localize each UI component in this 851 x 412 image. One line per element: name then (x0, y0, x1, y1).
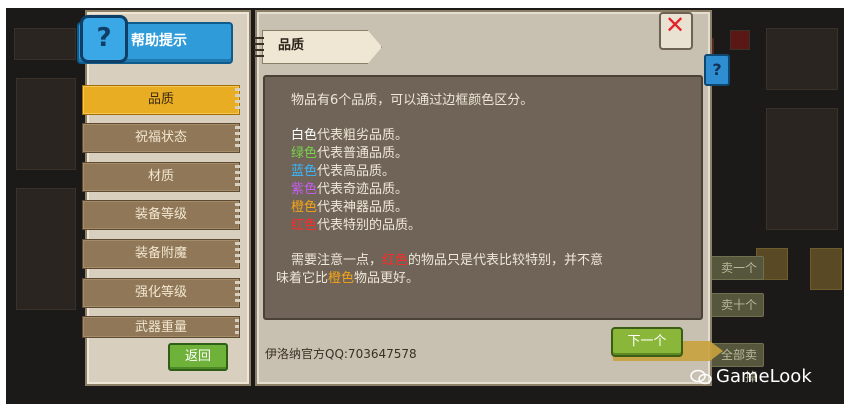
bg-sell-one-button: 卖一个 (706, 256, 764, 280)
tab-enchantment[interactable]: 装备附魔 (82, 239, 241, 269)
quality-line-blue: 蓝色代表高品质。 (291, 163, 395, 181)
intro-text: 物品有6个品质，可以通过边框颜色区分。 (291, 93, 534, 108)
quality-desc: 代表高品质。 (317, 164, 396, 179)
tab-weapon-weight[interactable]: 武器重量 (82, 316, 240, 338)
tab-equipment-level[interactable]: 装备等级 (82, 200, 241, 230)
section-title: 品质 (278, 38, 305, 53)
bg-shelf (14, 28, 76, 60)
note-line-1: 需要注意一点，红色的物品只是代表比较特别，并不意 (291, 252, 603, 270)
bg-shelf (16, 188, 76, 310)
tab-enhancement-level[interactable]: 强化等级 (82, 278, 241, 308)
note-orange-word: 橙色 (328, 271, 355, 286)
tab-quality[interactable]: 品质 (82, 85, 241, 115)
quality-desc: 代表奇迹品质。 (317, 182, 409, 197)
bg-shelf (766, 28, 838, 90)
note-text: 物品更好。 (354, 271, 420, 286)
official-qq-contact: 伊洛纳官方QQ:703647578 (265, 347, 417, 361)
quality-color-name: 紫色 (291, 182, 318, 197)
back-button[interactable]: 返回 (168, 343, 228, 371)
quality-line-green: 绿色代表普通品质。 (291, 145, 408, 163)
quality-line-orange: 橙色代表神器品质。 (291, 199, 408, 217)
question-mark-icon[interactable]: ? (704, 54, 730, 86)
bg-close-icon (730, 30, 750, 50)
tab-blessing-status[interactable]: 祝福状态 (82, 123, 241, 153)
help-title: 帮助提示 (131, 33, 187, 49)
quality-line-white: 白色代表粗劣品质。 (291, 127, 408, 145)
quality-desc: 代表特别的品质。 (317, 218, 422, 233)
quality-color-name: 蓝色 (291, 164, 318, 179)
quality-color-name: 橙色 (291, 200, 318, 215)
note-text: 的物品只是代表比较特别，并不意 (408, 253, 604, 268)
note-line-2: 味着它比橙色物品更好。 (276, 270, 419, 288)
quality-color-name: 绿色 (291, 146, 318, 161)
bg-shelf (16, 78, 76, 170)
quality-color-name: 红色 (291, 218, 318, 233)
next-button[interactable]: 下一个 (611, 327, 683, 357)
bg-sell-ten-button: 卖十个 (706, 293, 764, 317)
bg-shelf (766, 108, 838, 230)
quality-line-purple: 紫色代表奇迹品质。 (291, 181, 408, 199)
quality-line-red: 红色代表特别的品质。 (291, 217, 421, 235)
watermark: GameLook (690, 365, 840, 389)
wechat-icon (690, 369, 712, 385)
quality-desc: 代表普通品质。 (317, 146, 409, 161)
bg-decoration (810, 248, 842, 290)
quality-desc: 代表粗劣品质。 (317, 128, 409, 143)
quality-color-name: 白色 (291, 128, 318, 143)
note-red-word: 红色 (382, 253, 409, 268)
note-text: 味着它比 (276, 271, 329, 286)
question-mark-icon: ? (80, 15, 128, 63)
tab-material[interactable]: 材质 (82, 162, 241, 192)
note-text: 需要注意一点， (291, 253, 383, 268)
close-x-icon[interactable]: ✕ (664, 13, 686, 37)
watermark-text: GameLook (716, 366, 812, 387)
spiral-binding-icon (254, 37, 264, 57)
quality-desc: 代表神器品质。 (317, 200, 409, 215)
